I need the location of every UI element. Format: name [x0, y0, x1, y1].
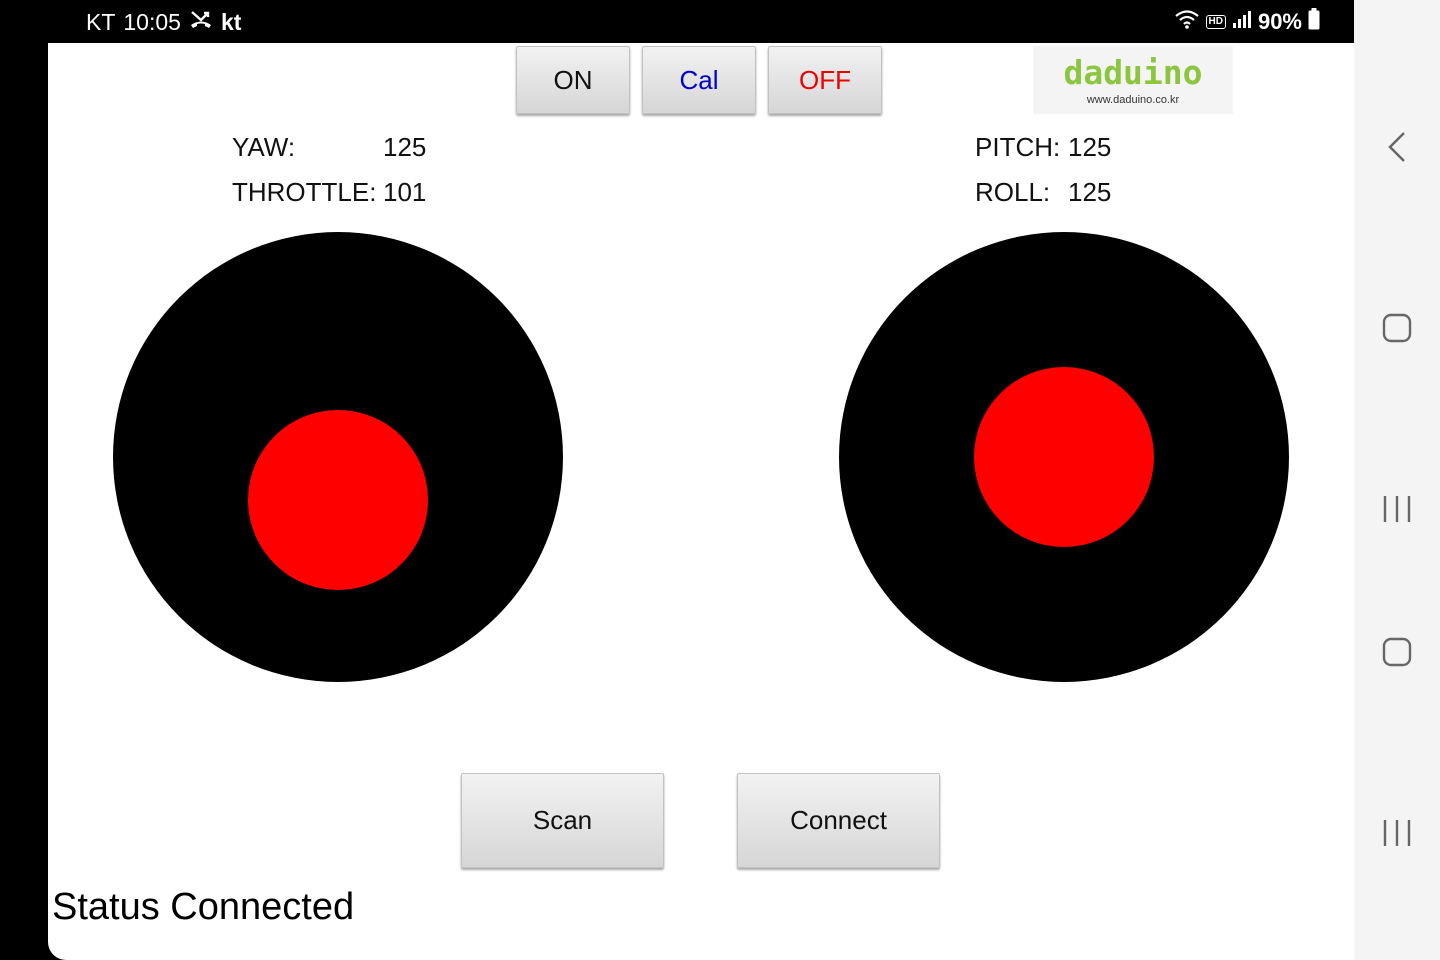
roll-value: 125: [1068, 177, 1112, 207]
logo-wordmark: daduino: [1063, 53, 1203, 92]
calibrate-button[interactable]: Cal: [642, 46, 756, 114]
clock: 10:05: [123, 8, 181, 35]
home-icon: [1382, 313, 1412, 343]
throttle-value: 101: [383, 177, 427, 207]
scan-button-label: Scan: [532, 805, 593, 835]
home-icon: [1382, 637, 1412, 667]
off-button[interactable]: OFF: [768, 46, 882, 114]
recent-apps-icon: [1383, 496, 1411, 522]
scan-button[interactable]: Scan: [461, 773, 664, 868]
connect-button[interactable]: Connect: [737, 773, 940, 868]
on-button-label: ON: [553, 64, 593, 95]
battery-icon: [1308, 8, 1320, 36]
status-bar-left: KT 10:05 kt: [86, 8, 241, 36]
yaw-label: YAW:: [232, 132, 296, 162]
home-button-secondary[interactable]: [1354, 636, 1440, 668]
yaw-value: 125: [383, 132, 427, 162]
connect-button-label: Connect: [790, 805, 887, 835]
back-button[interactable]: [1354, 130, 1440, 164]
carrier-label: KT: [86, 8, 116, 35]
missed-call-icon: [189, 8, 213, 36]
navigation-bar: [1354, 0, 1440, 960]
signal-icon: [1232, 9, 1252, 35]
throttle-label: THROTTLE:: [232, 177, 377, 207]
hd-voice-icon: HD: [1205, 15, 1226, 29]
pitch-value: 125: [1068, 132, 1112, 162]
off-button-label: OFF: [799, 64, 851, 95]
recent-apps-button-secondary[interactable]: [1354, 818, 1440, 848]
app-content: ON Cal OFF daduino www.daduino.co.kr YAW…: [48, 43, 1354, 960]
calibrate-button-label: Cal: [679, 64, 719, 95]
carrier-short-label: kt: [220, 8, 242, 35]
on-button[interactable]: ON: [516, 46, 630, 114]
status-bar-right: HD 90%: [1174, 8, 1321, 36]
status-bar: KT 10:05 kt HD 90%: [0, 0, 1354, 43]
recent-apps-button[interactable]: [1354, 494, 1440, 524]
connection-status: Status Connected: [52, 886, 355, 928]
battery-percentage: 90%: [1257, 9, 1302, 34]
recent-apps-icon: [1383, 820, 1411, 846]
wifi-icon: [1174, 9, 1200, 35]
right-joystick-knob[interactable]: [974, 367, 1154, 547]
roll-label: ROLL:: [975, 177, 1051, 207]
left-joystick-knob[interactable]: [248, 410, 428, 590]
daduino-logo: daduino www.daduino.co.kr: [1033, 46, 1233, 114]
back-icon: [1388, 132, 1405, 162]
home-button[interactable]: [1354, 312, 1440, 344]
pitch-label: PITCH:: [975, 132, 1061, 162]
logo-url: www.daduino.co.kr: [1086, 94, 1180, 106]
